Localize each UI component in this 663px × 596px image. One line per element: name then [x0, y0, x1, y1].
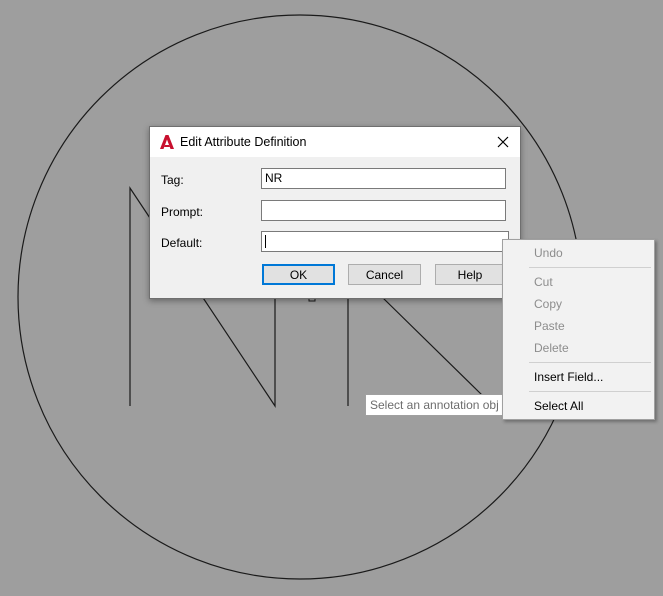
drawing-letter-r-leg [381, 296, 483, 396]
cancel-button[interactable]: Cancel [348, 264, 421, 285]
menu-item-paste[interactable]: Paste [534, 319, 565, 333]
help-button[interactable]: Help [435, 264, 505, 285]
menu-item-select-all[interactable]: Select All [534, 399, 583, 413]
menu-separator [529, 267, 651, 268]
edit-attribute-dialog: Edit Attribute Definition Tag: NR Prompt… [149, 126, 521, 299]
close-icon [497, 136, 509, 148]
menu-separator [529, 391, 651, 392]
annotation-tooltip: Select an annotation obj [365, 394, 505, 416]
tag-label: Tag: [161, 173, 184, 187]
close-button[interactable] [492, 131, 514, 153]
dialog-title: Edit Attribute Definition [180, 135, 307, 149]
menu-item-insert-field[interactable]: Insert Field... [534, 370, 603, 384]
menu-item-delete[interactable]: Delete [534, 341, 569, 355]
default-label: Default: [161, 236, 203, 250]
menu-item-cut[interactable]: Cut [534, 275, 553, 289]
menu-item-copy[interactable]: Copy [534, 297, 562, 311]
menu-separator [529, 362, 651, 363]
ok-button[interactable]: OK [262, 264, 335, 285]
tag-field[interactable]: NR [261, 168, 506, 189]
text-caret [265, 235, 266, 248]
prompt-label: Prompt: [161, 205, 204, 219]
menu-item-undo[interactable]: Undo [534, 246, 563, 260]
dialog-titlebar[interactable]: Edit Attribute Definition [150, 127, 520, 157]
default-field[interactable] [261, 231, 509, 252]
autocad-logo-icon [160, 135, 174, 149]
prompt-field[interactable] [261, 200, 506, 221]
context-menu: Undo Cut Copy Paste Delete Insert Field.… [502, 239, 655, 420]
